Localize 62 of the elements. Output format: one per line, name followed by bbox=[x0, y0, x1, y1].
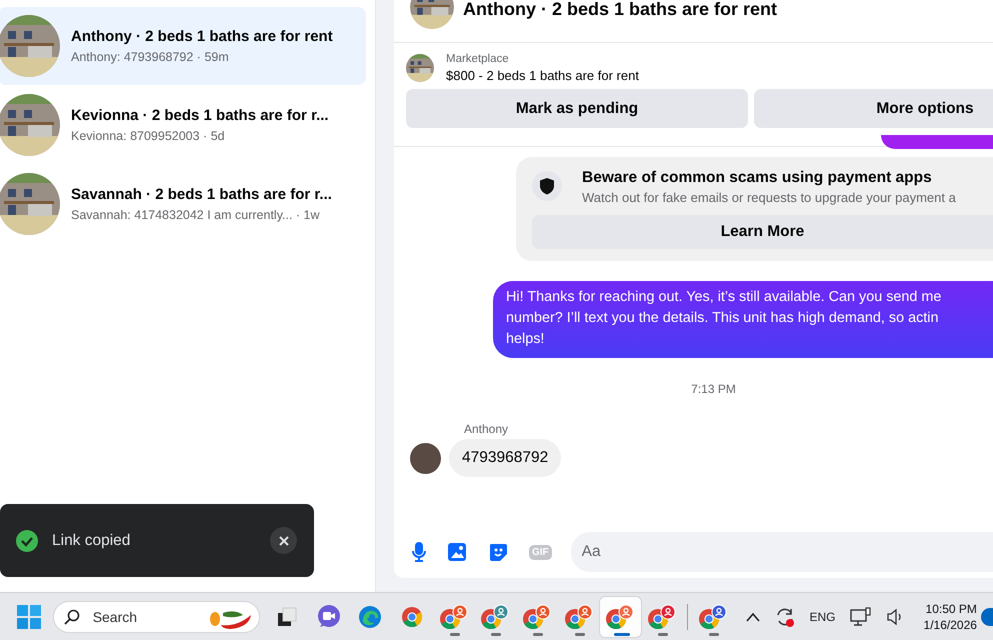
close-icon bbox=[278, 536, 288, 546]
chrome-profile-icon bbox=[522, 604, 552, 630]
running-indicator bbox=[574, 632, 585, 636]
conversation-item[interactable]: Savannah · 2 beds 1 baths are for r... Savannah: 4174832042 I am currently... · 1w bbox=[0, 165, 366, 243]
conversation-title: Savannah · 2 beds 1 baths are for r... bbox=[71, 186, 332, 203]
language-indicator[interactable]: ENG bbox=[810, 610, 836, 624]
microphone-icon bbox=[412, 541, 426, 563]
message-text: helps! bbox=[506, 330, 546, 349]
image-icon bbox=[447, 542, 467, 562]
conversation-title: Kevionna · 2 beds 1 baths are for r... bbox=[71, 107, 329, 124]
conversation-preview: Anthony: 4793968792 · 59m bbox=[71, 50, 230, 64]
conversation-preview: Kevionna: 8709952003 · 5d bbox=[71, 129, 226, 143]
running-indicator bbox=[450, 632, 460, 636]
search-field[interactable]: Search bbox=[52, 600, 260, 632]
running-indicator bbox=[491, 632, 502, 636]
chrome-profile-icon bbox=[647, 604, 678, 630]
conversation-title: Anthony · 2 beds 1 baths are for rent bbox=[71, 28, 333, 45]
message-text: Hi! Thanks for reaching out. Yes, it’s still available. Can you send me bbox=[506, 288, 942, 307]
notification-badge bbox=[980, 608, 993, 626]
clock-date: 1/16/2026 bbox=[924, 618, 977, 632]
check-icon bbox=[16, 530, 38, 552]
notice-title: Beware of common scams using payment apps bbox=[582, 169, 933, 187]
learn-more-button[interactable]: Learn More bbox=[532, 215, 993, 249]
toast-message: Link copied bbox=[52, 532, 132, 550]
chevron-up-icon bbox=[746, 612, 760, 622]
listing-label: Marketplace bbox=[446, 53, 510, 65]
listing-action-button[interactable]: Mark as pending bbox=[406, 89, 748, 128]
listing-title: $800 - 2 beds 1 baths are for rent bbox=[446, 68, 639, 83]
chrome-profile-icon bbox=[480, 604, 510, 630]
house-photo bbox=[406, 54, 434, 82]
windows-icon bbox=[16, 604, 41, 628]
sticker-icon bbox=[488, 542, 508, 562]
chrome-icon bbox=[400, 606, 423, 628]
network-icon bbox=[850, 606, 872, 626]
message-input[interactable]: Aa bbox=[570, 532, 993, 572]
chat-video-icon bbox=[316, 604, 341, 628]
listing-action-button[interactable]: More options bbox=[754, 89, 993, 128]
clock-time: 10:50 PM bbox=[926, 602, 977, 616]
conversation-item[interactable]: Anthony · 2 beds 1 baths are for rent Anthony: 4793968792 · 59m bbox=[0, 7, 366, 85]
chrome-profile-icon bbox=[605, 604, 636, 630]
running-indicator bbox=[708, 632, 719, 636]
running-indicator bbox=[533, 632, 544, 636]
conversation-preview: Savannah: 4174832042 I am currently... · 1w bbox=[71, 208, 321, 222]
chrome-profile-icon bbox=[438, 604, 469, 630]
chrome-profile-icon bbox=[564, 604, 594, 630]
task-view-icon bbox=[276, 606, 298, 628]
message-timestamp: 7:13 PM bbox=[691, 382, 736, 396]
message-text: number? I’ll text you the details. This unit has high demand, so actin bbox=[506, 309, 940, 328]
incoming-message: 4793968792 bbox=[449, 439, 562, 477]
avatar bbox=[410, 442, 441, 474]
notice-text: Watch out for fake emails or requests to upgrade your payment a bbox=[582, 190, 956, 205]
conversation-item[interactable]: Kevionna · 2 beds 1 baths are for r... Kevionna: 8709952003 · 5d bbox=[0, 86, 366, 164]
close-button[interactable] bbox=[270, 527, 297, 554]
sender-name: Anthony bbox=[464, 422, 510, 436]
chat-title: Anthony · 2 beds 1 baths are for rent bbox=[463, 0, 778, 20]
shield-icon bbox=[532, 171, 562, 201]
running-indicator bbox=[614, 632, 630, 636]
chrome-profile-icon bbox=[698, 604, 728, 630]
running-indicator bbox=[658, 632, 668, 636]
browser-icon bbox=[358, 604, 382, 628]
search-icon bbox=[64, 608, 80, 624]
taskbar-app-button[interactable] bbox=[600, 596, 642, 636]
